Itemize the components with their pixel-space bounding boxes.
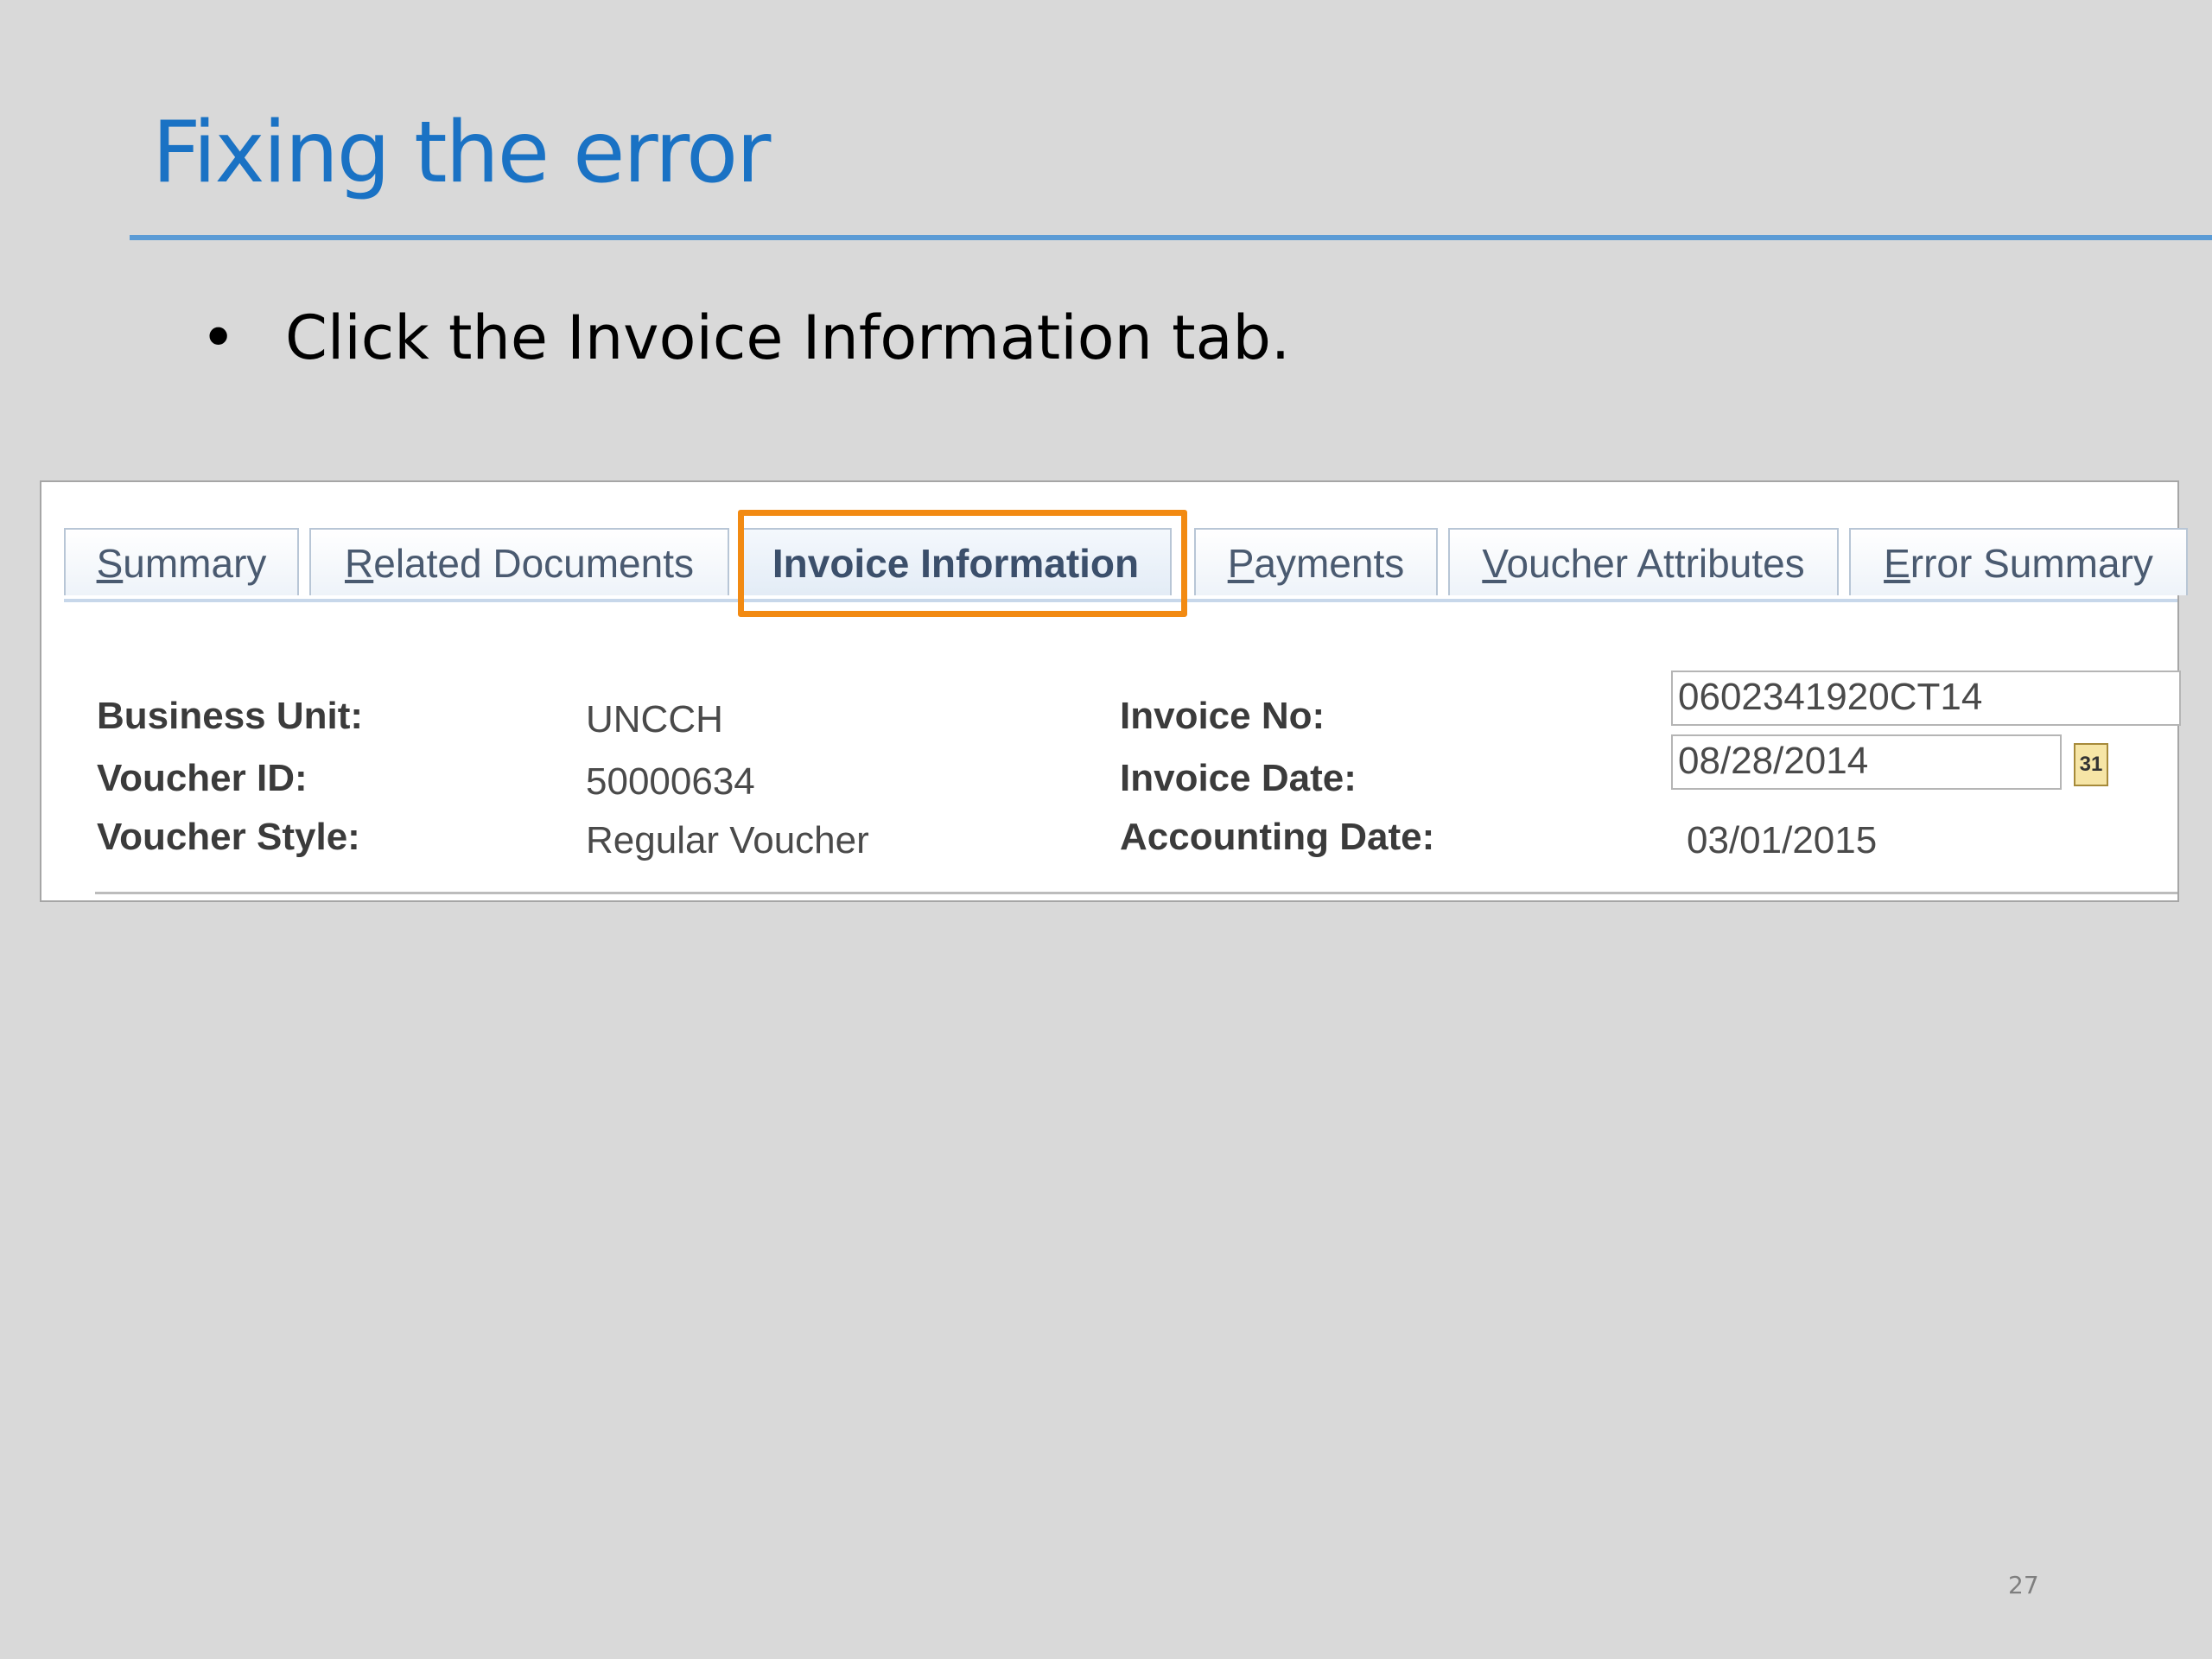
invoice-no-field[interactable]: 0602341920CT14 [1671, 671, 2181, 726]
title-divider [130, 235, 2212, 240]
page-number: 27 [2008, 1571, 2039, 1599]
tab-summary-label: ummary [123, 541, 267, 586]
accounting-date-value: 03/01/2015 [1687, 819, 1878, 861]
slide-title: Fixing the error [152, 104, 771, 202]
invoice-no-label: Invoice No: [1120, 695, 1325, 737]
bullet-instruction: • Click the Invoice Information tab. [200, 308, 1290, 368]
business-unit-value: UNCCH [586, 698, 723, 741]
tab-voucher-attributes[interactable]: Voucher Attributes [1448, 528, 1839, 595]
voucher-screenshot-panel: Summary Related Documents Invoice Inform… [40, 480, 2188, 902]
tab-related-documents-mnemonic: R [345, 541, 374, 586]
voucher-style-label: Voucher Style: [97, 816, 360, 858]
panel-bottom-divider [95, 892, 2177, 894]
tab-error-summary-label: rror Summary [1910, 541, 2153, 586]
invoice-date-label: Invoice Date: [1120, 757, 1357, 799]
calendar-icon[interactable]: 31 [2074, 743, 2108, 786]
tab-summary-mnemonic: S [96, 541, 124, 586]
tab-voucher-attributes-label: oucher Attributes [1506, 541, 1805, 586]
tab-related-documents[interactable]: Related Documents [309, 528, 729, 595]
tab-summary[interactable]: Summary [64, 528, 299, 595]
voucher-id-label: Voucher ID: [97, 757, 308, 799]
tab-payments-label: ayments [1254, 541, 1405, 586]
tab-error-summary[interactable]: Error Summary [1849, 528, 2188, 595]
bullet-text: Click the Invoice Information tab. [285, 302, 1291, 373]
business-unit-label: Business Unit: [97, 695, 364, 737]
tab-payments[interactable]: Payments [1194, 528, 1438, 595]
tab-payments-mnemonic: P [1227, 541, 1255, 586]
accounting-date-label: Accounting Date: [1120, 816, 1435, 858]
tab-error-summary-mnemonic: E [1884, 541, 1910, 586]
highlight-callout-box [738, 510, 1187, 617]
voucher-style-value: Regular Voucher [586, 819, 869, 861]
tab-related-documents-label: elated Documents [373, 541, 694, 586]
tab-voucher-attributes-mnemonic: V [1482, 541, 1507, 586]
bullet-dot: • [200, 302, 237, 373]
invoice-date-field[interactable]: 08/28/2014 [1671, 734, 2062, 790]
voucher-id-value: 50000634 [586, 760, 755, 803]
